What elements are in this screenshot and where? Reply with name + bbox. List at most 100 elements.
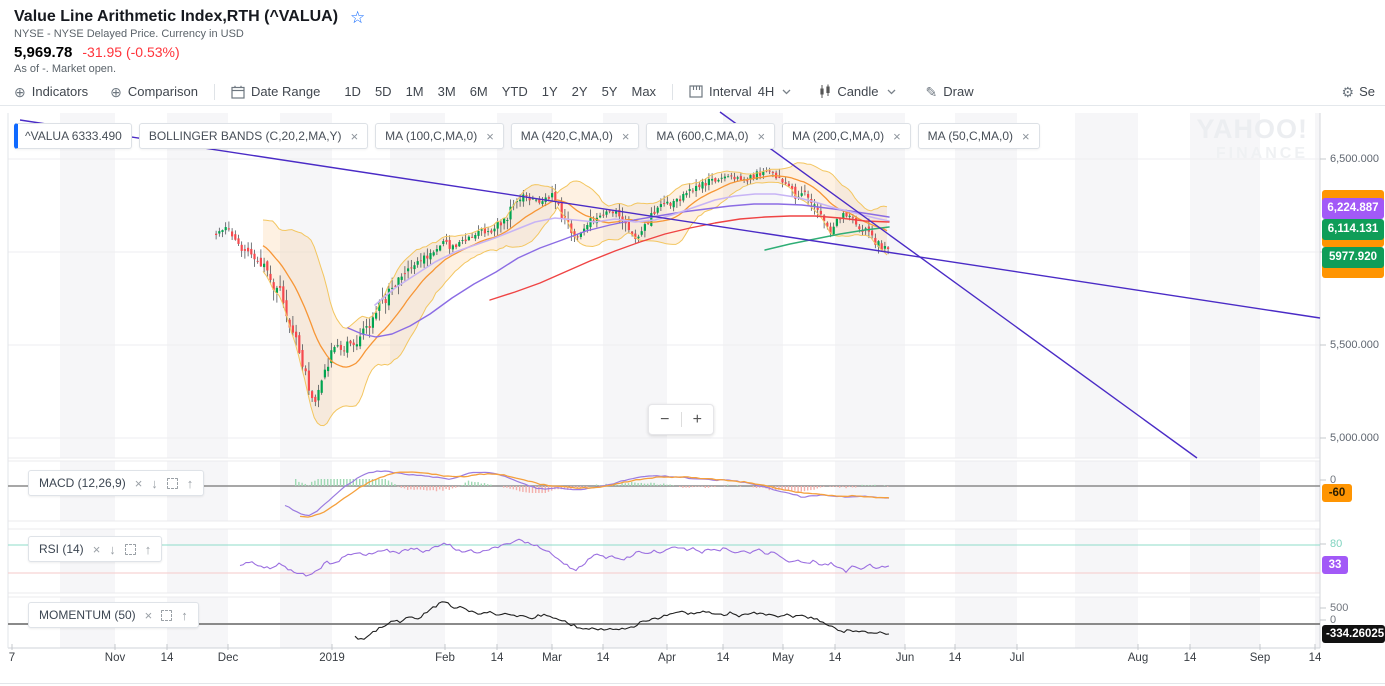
date-range-label: Date Range xyxy=(250,84,321,99)
macd-histogram-bar xyxy=(304,483,306,486)
candle-body xyxy=(416,261,419,265)
indicators-button[interactable]: ⊕ Indicators xyxy=(14,84,88,99)
candle-body xyxy=(653,211,656,214)
expand-icon[interactable] xyxy=(166,477,178,489)
range-button-3m[interactable]: 3M xyxy=(438,84,456,99)
close-icon[interactable]: × xyxy=(486,130,494,143)
interval-dropdown[interactable]: Interval 4H xyxy=(689,84,791,99)
macd-histogram-bar xyxy=(464,482,466,486)
range-button-5y[interactable]: 5Y xyxy=(602,84,618,99)
macd-histogram-bar xyxy=(509,486,511,489)
asof-text: As of -. Market open. xyxy=(14,63,117,75)
momentum-panel-chip[interactable]: MOMENTUM (50) × ↑ xyxy=(28,602,199,628)
range-button-max[interactable]: Max xyxy=(631,84,656,99)
settings-button[interactable]: ⚙ Se xyxy=(1342,84,1375,99)
legend-chip-1[interactable]: BOLLINGER BANDS (C,20,2,MA,Y) × xyxy=(138,123,369,149)
close-icon[interactable]: × xyxy=(93,543,101,556)
indicators-label: Indicators xyxy=(31,84,89,99)
candle-body xyxy=(259,257,262,267)
toolbar-divider xyxy=(213,83,215,100)
yahoo-finance-chart-page: { "header": { "title": "Value Line Arith… xyxy=(0,0,1385,686)
macd-panel-chip[interactable]: MACD (12,26,9) × ↓ ↑ xyxy=(28,470,205,496)
star-icon[interactable]: ☆ xyxy=(350,9,365,26)
down-icon[interactable]: ↓ xyxy=(109,543,116,556)
close-icon[interactable]: × xyxy=(1022,130,1030,143)
month-stripe xyxy=(1190,461,1260,521)
down-icon[interactable]: ↓ xyxy=(151,477,158,490)
range-button-5d[interactable]: 5D xyxy=(375,84,392,99)
macd-histogram-bar xyxy=(327,479,329,486)
macd-histogram-bar xyxy=(343,479,345,486)
close-icon[interactable]: × xyxy=(145,609,153,622)
macd-histogram-bar xyxy=(525,486,527,493)
close-icon[interactable]: × xyxy=(135,477,143,490)
up-icon[interactable]: ↑ xyxy=(187,477,194,490)
legend-chip-5[interactable]: MA (200,C,MA,0) × xyxy=(782,123,911,149)
candle-body xyxy=(547,197,550,199)
candle-body xyxy=(727,176,730,178)
candle-body xyxy=(275,287,278,293)
candle-body xyxy=(746,180,749,182)
close-icon[interactable]: × xyxy=(893,130,901,143)
legend-chip-0[interactable]: ^VALUA 6333.490 xyxy=(14,123,132,149)
macd-histogram-bar xyxy=(435,486,438,492)
macd-line xyxy=(284,470,889,517)
up-icon[interactable]: ↑ xyxy=(181,609,188,622)
candle-body xyxy=(371,317,374,328)
range-button-1d[interactable]: 1D xyxy=(344,84,361,99)
candle-body xyxy=(720,177,723,179)
date-range-button[interactable]: Date Range xyxy=(231,84,320,99)
macd-histogram-bar xyxy=(352,479,354,486)
macd-histogram-bar xyxy=(704,486,706,488)
month-stripe xyxy=(723,461,783,521)
range-button-2y[interactable]: 2Y xyxy=(572,84,588,99)
expand-icon[interactable] xyxy=(124,543,136,555)
range-button-6m[interactable]: 6M xyxy=(470,84,488,99)
legend-chip-3[interactable]: MA (420,C,MA,0) × xyxy=(510,123,640,149)
candle-body xyxy=(819,210,822,215)
zoom-out-button[interactable]: − xyxy=(649,406,681,433)
rsi-label: RSI (14) xyxy=(39,542,84,556)
up-icon[interactable]: ↑ xyxy=(145,543,152,556)
candle-body xyxy=(695,185,698,192)
macd-histogram-bar xyxy=(410,486,412,490)
close-icon[interactable]: × xyxy=(622,130,630,143)
macd-histogram-bar xyxy=(355,479,358,486)
candle-body xyxy=(333,347,336,353)
expand-icon[interactable] xyxy=(161,609,173,621)
range-button-ytd[interactable]: YTD xyxy=(502,84,528,99)
draw-button[interactable]: ✎ Draw xyxy=(926,84,974,99)
zoom-in-button[interactable]: + xyxy=(682,406,714,433)
rsi-panel-chip[interactable]: RSI (14) × ↓ ↑ xyxy=(28,536,163,562)
candle-body xyxy=(243,249,246,251)
candle-body xyxy=(701,181,704,189)
candle-body xyxy=(471,236,474,238)
candle-body xyxy=(602,214,605,216)
range-button-1m[interactable]: 1M xyxy=(406,84,424,99)
candle-body xyxy=(858,226,861,230)
close-icon[interactable]: × xyxy=(757,130,765,143)
macd-histogram-bar xyxy=(842,486,844,487)
candle-body xyxy=(403,273,406,275)
legend-chip-4[interactable]: MA (600,C,MA,0) × xyxy=(646,123,776,149)
comparison-button[interactable]: ⊕ Comparison xyxy=(110,84,198,99)
macd-histogram-bar xyxy=(739,486,742,487)
candle-body xyxy=(698,184,701,188)
month-stripe xyxy=(1075,461,1138,521)
candle-body xyxy=(464,239,467,242)
candle-body xyxy=(887,247,890,249)
close-icon[interactable]: × xyxy=(351,130,359,143)
legend-chip-6[interactable]: MA (50,C,MA,0) × xyxy=(917,123,1040,149)
month-stripe xyxy=(955,597,1017,648)
candle-body xyxy=(477,230,480,236)
rsi-axis-label: 80 xyxy=(1330,538,1343,550)
momentum-label: MOMENTUM (50) xyxy=(39,608,136,622)
candle-body xyxy=(384,299,387,304)
range-button-1y[interactable]: 1Y xyxy=(542,84,558,99)
momentum-value-badge: -334.26025 xyxy=(1322,625,1385,643)
candle-body xyxy=(349,340,352,344)
candle-body xyxy=(778,176,781,178)
x-axis-label: Feb xyxy=(435,652,455,664)
legend-chip-2[interactable]: MA (100,C,MA,0) × xyxy=(375,123,504,149)
chart-type-dropdown[interactable]: Candle xyxy=(819,84,895,99)
